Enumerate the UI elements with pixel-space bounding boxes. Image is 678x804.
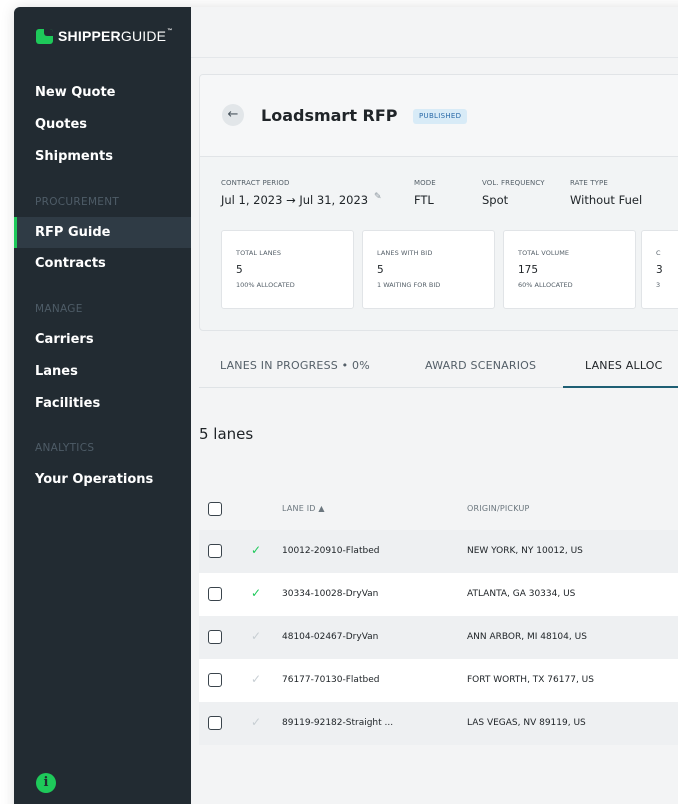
origin-cell: FORT WORTH, TX 76177, US [467,675,594,685]
lane-id-cell[interactable]: 48104-02467-DryVan [282,632,378,642]
logo-thin: GUIDE [120,28,167,44]
select-all-checkbox[interactable] [208,502,222,516]
frequency-label: VOL. FREQUENCY [482,179,545,187]
rfp-summary-card: ← Loadsmart RFP PUBLISHED CONTRACT PERIO… [199,74,678,331]
sidebar-item-lanes[interactable]: Lanes [35,364,78,379]
logo-tm: ™ [167,28,173,34]
origin-cell: NEW YORK, NY 10012, US [467,546,583,556]
row-checkbox[interactable] [208,544,222,558]
app-frame: SHIPPERGUIDE™ New Quote Quotes Shipments… [0,0,678,804]
sidebar-item-quotes[interactable]: Quotes [35,117,87,132]
origin-cell: ANN ARBOR, MI 48104, US [467,632,587,642]
check-icon: ✓ [251,672,262,686]
column-header-origin[interactable]: ORIGIN/PICKUP [467,504,530,513]
mode-value: FTL [414,193,434,207]
stat-sub: 60% ALLOCATED [518,281,573,289]
tab-bar: LANES IN PROGRESS • 0% AWARD SCENARIOS L… [199,346,678,388]
back-arrow-icon[interactable]: ← [222,104,244,126]
sidebar: SHIPPERGUIDE™ New Quote Quotes Shipments… [14,7,191,804]
check-icon: ✓ [251,715,262,729]
tab-lanes-allocated[interactable]: LANES ALLOC [585,359,663,372]
sidebar-item-rfp-guide[interactable]: RFP Guide [35,225,110,240]
table-row[interactable]: ✓ 76177-70130-Flatbed FORT WORTH, TX 76177… [199,659,678,702]
contract-period-label: CONTRACT PERIOD [221,179,290,187]
stat-truncated: C 3 3 [641,230,678,309]
lanes-count-heading: 5 lanes [199,425,254,443]
section-manage: MANAGE [35,303,83,315]
lane-id-cell[interactable]: 89119-92182-Straight ... [282,718,393,728]
sidebar-item-facilities[interactable]: Facilities [35,396,100,411]
section-procurement: PROCUREMENT [35,196,120,208]
column-header-lane-id[interactable]: LANE ID ▲ [282,504,325,513]
page-title: Loadsmart RFP [261,106,398,125]
status-badge: PUBLISHED [413,109,468,124]
origin-cell: ATLANTA, GA 30334, US [467,589,576,599]
logo-bold: SHIPPER [58,28,121,44]
table-row[interactable]: ✓ 89119-92182-Straight ... LAS VEGAS, NV 8… [199,702,678,745]
stat-sub: 100% ALLOCATED [236,281,295,289]
row-checkbox[interactable] [208,587,222,601]
stat-label: C [656,249,661,257]
lane-id-cell[interactable]: 76177-70130-Flatbed [282,675,379,685]
frequency-value: Spot [482,193,509,207]
brand-logo[interactable]: SHIPPERGUIDE™ [36,28,172,44]
table-row[interactable]: ✓ 30334-10028-DryVan ATLANTA, GA 30334, US [199,573,678,616]
row-checkbox[interactable] [208,716,222,730]
table-row[interactable]: ✓ 10012-20910-Flatbed NEW YORK, NY 10012, … [199,530,678,573]
sidebar-item-your-operations[interactable]: Your Operations [35,472,153,487]
rate-type-label: RATE TYPE [570,179,608,187]
stat-sub: 1 WAITING FOR BID [377,281,441,289]
active-indicator [14,217,17,248]
rate-type-value: Without Fuel [570,193,643,207]
row-checkbox[interactable] [208,630,222,644]
check-icon: ✓ [251,543,262,557]
stat-lanes-with-bid: LANES WITH BID 5 1 WAITING FOR BID [362,230,495,309]
edit-period-icon[interactable]: ✎ [374,192,382,202]
logo-icon [36,28,53,44]
lane-id-cell[interactable]: 10012-20910-Flatbed [282,546,379,556]
rfp-header: ← Loadsmart RFP PUBLISHED [200,75,678,157]
tab-lanes-in-progress[interactable]: LANES IN PROGRESS • 0% [220,359,370,372]
stat-label: TOTAL VOLUME [518,249,570,257]
tab-award-scenarios[interactable]: AWARD SCENARIOS [425,359,536,372]
check-icon: ✓ [251,629,262,643]
stat-value: 5 [377,264,384,276]
stat-total-lanes: TOTAL LANES 5 100% ALLOCATED [221,230,354,309]
row-checkbox[interactable] [208,673,222,687]
stat-label: TOTAL LANES [236,249,282,257]
table-row[interactable]: ✓ 48104-02467-DryVan ANN ARBOR, MI 48104, … [199,616,678,659]
stat-label: LANES WITH BID [377,249,433,257]
stat-value: 175 [518,264,539,276]
contract-period-value: Jul 1, 2023 → Jul 31, 2023 [221,193,369,207]
stat-sub: 3 [656,281,661,289]
info-icon[interactable]: i [36,773,56,793]
origin-cell: LAS VEGAS, NV 89119, US [467,718,586,728]
check-icon: ✓ [251,586,262,600]
top-bar [191,7,678,58]
stat-value: 5 [236,264,243,276]
section-analytics: ANALYTICS [35,442,95,454]
stat-total-volume: TOTAL VOLUME 175 60% ALLOCATED [503,230,636,309]
sidebar-item-carriers[interactable]: Carriers [35,332,94,347]
sidebar-item-shipments[interactable]: Shipments [35,149,113,164]
logo-text: SHIPPERGUIDE™ [58,28,172,44]
mode-label: MODE [414,179,436,187]
stat-value: 3 [656,264,663,276]
table-header: LANE ID ▲ ORIGIN/PICKUP [199,481,678,524]
sidebar-item-contracts[interactable]: Contracts [35,256,106,271]
sidebar-item-new-quote[interactable]: New Quote [35,85,116,100]
lane-id-cell[interactable]: 30334-10028-DryVan [282,589,378,599]
active-tab-underline [563,386,678,388]
